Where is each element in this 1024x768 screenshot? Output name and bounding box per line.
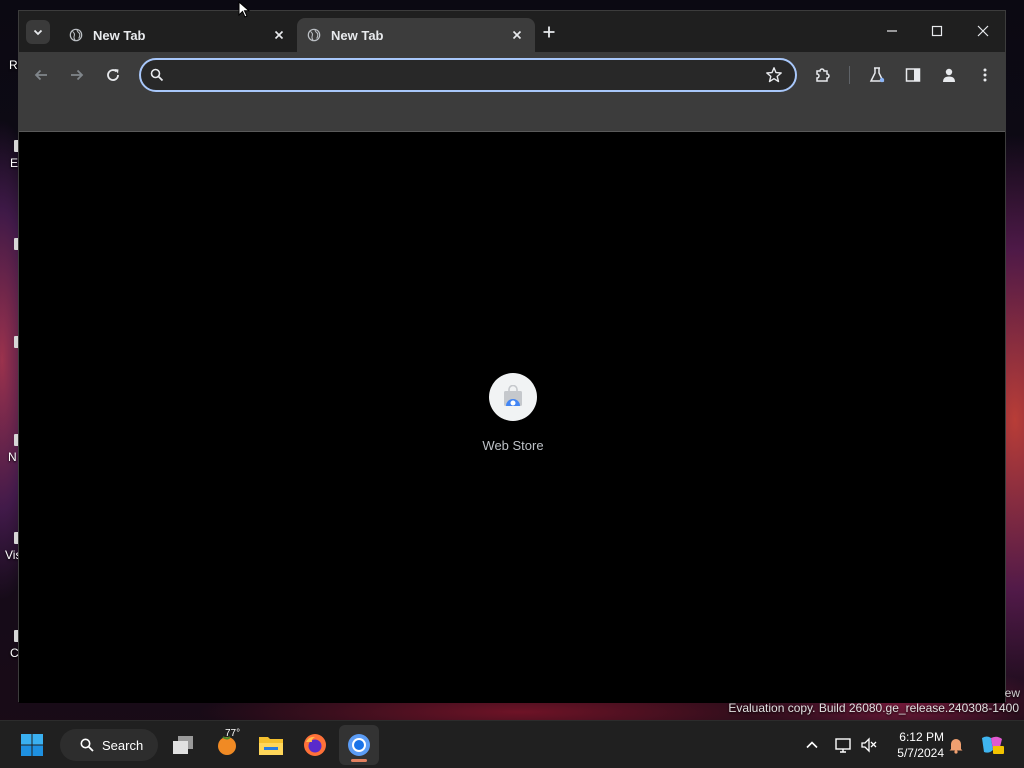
address-input[interactable]: [171, 60, 751, 90]
chrome-icon: [348, 734, 370, 756]
chevron-up-icon: [806, 741, 818, 749]
tab-title: New Tab: [331, 27, 384, 43]
shortcut-tile: [489, 373, 537, 421]
desktop-icon-label: R: [9, 58, 18, 72]
task-view-button[interactable]: [167, 729, 199, 761]
desktop-icon[interactable]: Vis: [0, 532, 21, 592]
plus-icon: [543, 26, 555, 38]
labs-flask-icon: [869, 67, 885, 83]
chrome-button[interactable]: [343, 729, 375, 761]
back-icon: [34, 69, 47, 81]
taskbar: Search 77° 6:12 PM 5/7/2024: [0, 720, 1024, 768]
forward-button[interactable]: [65, 63, 89, 87]
tab-new-tab-2[interactable]: New Tab: [297, 18, 535, 52]
profile-icon: [943, 68, 955, 82]
network-icon: [835, 738, 851, 753]
profile-button[interactable]: [937, 63, 961, 87]
close-window-button[interactable]: [968, 19, 998, 43]
reload-icon: [107, 69, 119, 81]
maximize-button[interactable]: [922, 19, 952, 43]
labs-button[interactable]: [865, 63, 889, 87]
reload-button[interactable]: [101, 63, 125, 87]
menu-button[interactable]: [973, 63, 997, 87]
omnibox[interactable]: [139, 58, 797, 92]
active-app-indicator: [351, 759, 367, 762]
weather-temp: 77°: [225, 728, 241, 739]
volume-muted-icon: [861, 737, 877, 753]
browser-titlebar[interactable]: New Tab New Tab: [19, 11, 1005, 52]
close-icon: [512, 30, 522, 40]
desktop-icon[interactable]: C: [0, 630, 20, 690]
extensions-icon: [816, 68, 830, 82]
browser-window: New Tab New Tab Web Store: [18, 10, 1006, 703]
side-panel-icon: [905, 68, 921, 82]
copilot-icon: [982, 736, 1004, 754]
show-hidden-icons-button[interactable]: [796, 729, 828, 761]
close-icon: [977, 25, 989, 37]
tab-close-button[interactable]: [271, 27, 287, 43]
minimize-icon: [887, 30, 897, 32]
watermark-fragment: ew: [1004, 686, 1020, 700]
globe-icon: [69, 28, 83, 42]
new-tab-page: Web Store: [19, 133, 1005, 703]
tab-close-button[interactable]: [509, 27, 525, 43]
tab-new-tab-1[interactable]: New Tab: [59, 18, 297, 52]
back-button[interactable]: [29, 63, 53, 87]
tab-title: New Tab: [93, 27, 146, 43]
forward-icon: [71, 69, 84, 81]
file-explorer-icon: [259, 737, 283, 755]
desktop-icon[interactable]: [0, 336, 20, 396]
volume-button[interactable]: [853, 729, 885, 761]
file-explorer-button[interactable]: [255, 729, 287, 761]
copilot-button[interactable]: [976, 729, 1008, 761]
desktop-icon-label: E: [10, 156, 19, 170]
desktop-icon[interactable]: R: [0, 50, 20, 110]
shortcut-label: Web Store: [482, 438, 544, 453]
web-store-icon: [504, 385, 522, 406]
desktop-icon[interactable]: E: [0, 140, 20, 200]
start-button[interactable]: [16, 729, 48, 761]
notification-bell-icon: [949, 739, 963, 754]
menu-icon: [983, 68, 987, 82]
search-icon: [150, 68, 164, 82]
taskbar-search[interactable]: Search: [60, 729, 158, 761]
firefox-button[interactable]: [299, 729, 331, 761]
search-icon: [80, 738, 94, 752]
minimize-button[interactable]: [877, 19, 907, 43]
toolbar-divider: [849, 66, 850, 84]
windows-start-icon: [21, 734, 43, 756]
firefox-icon: [304, 734, 326, 756]
notifications-button[interactable]: [940, 729, 972, 761]
evaluation-watermark: Evaluation copy. Build 26080.ge_release.…: [728, 701, 1019, 715]
side-panel-button[interactable]: [901, 63, 925, 87]
desktop-icon[interactable]: [0, 238, 20, 298]
extensions-button[interactable]: [811, 63, 835, 87]
clock-time: 6:12 PM: [899, 730, 944, 744]
system-clock[interactable]: 6:12 PM 5/7/2024: [888, 729, 944, 761]
taskbar-search-label: Search: [102, 737, 144, 753]
chevron-down-icon: [33, 29, 43, 36]
shortcut-web-store[interactable]: Web Store: [469, 373, 557, 463]
clock-date: 5/7/2024: [897, 746, 944, 760]
maximize-icon: [931, 25, 943, 37]
bookmark-bar: [19, 98, 1005, 132]
desktop-icon[interactable]: N: [0, 434, 20, 494]
desktop-icon-label: N: [8, 450, 17, 464]
new-tab-button[interactable]: [539, 22, 559, 42]
task-view-icon: [173, 736, 193, 754]
bookmark-star-icon[interactable]: [765, 66, 783, 84]
close-icon: [274, 30, 284, 40]
tab-search-button[interactable]: [26, 20, 50, 44]
globe-icon: [307, 28, 321, 42]
browser-toolbar: [19, 52, 1005, 98]
